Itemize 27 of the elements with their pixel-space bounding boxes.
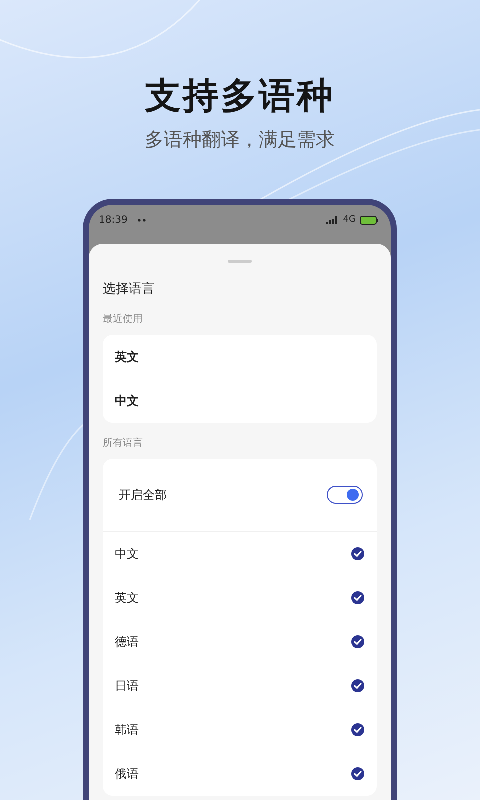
checkmark-icon[interactable] [351, 635, 365, 649]
language-label: 英文 [115, 590, 139, 606]
checkmark-icon[interactable] [351, 679, 365, 693]
checkmark-icon[interactable] [351, 547, 365, 561]
status-time: 18:39 [99, 214, 128, 226]
enable-all-label: 开启全部 [119, 486, 167, 504]
section-label: 所有语言 [103, 437, 144, 451]
dots-icon [138, 218, 147, 222]
language-label: 日语 [115, 678, 139, 694]
checkmark-icon[interactable] [351, 767, 365, 781]
language-label: 俄语 [115, 766, 139, 782]
language-label: 德语 [115, 634, 139, 650]
checkmark-icon[interactable] [351, 591, 365, 605]
subtitle: 多语种翻译，满足需求 [145, 128, 335, 152]
drag-handle[interactable] [228, 260, 252, 263]
section-label: 最近使用 [103, 313, 144, 327]
battery-icon [360, 216, 379, 224]
checkmark-icon[interactable] [351, 723, 365, 737]
language-label: 韩语 [115, 722, 139, 738]
language-option[interactable]: 英文 [103, 335, 377, 379]
headline: 支持多语种 [145, 75, 335, 119]
network-label: 4G [343, 215, 356, 225]
toggle-switch[interactable] [327, 486, 363, 504]
language-option[interactable]: 中文 [103, 379, 377, 423]
signal-icon [326, 216, 340, 224]
sheet-title: 选择语言 [103, 281, 156, 299]
language-label: 中文 [115, 546, 139, 562]
